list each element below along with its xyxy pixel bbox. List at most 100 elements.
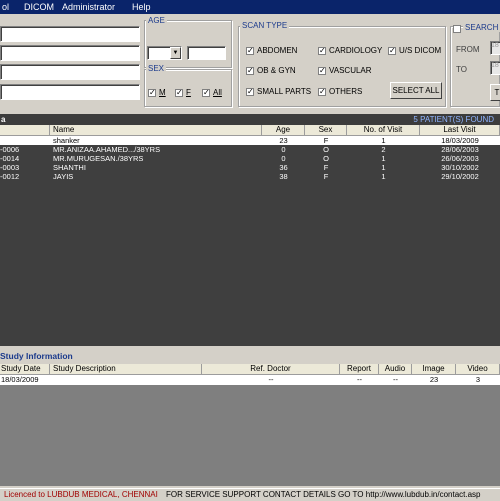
abdomen-label: ABDOMEN (257, 46, 298, 55)
cell-name: MR.ANIZAA.AHAMED.../38YRS (53, 145, 161, 154)
status-bar: Licenced to LUBDUB MEDICAL, CHENNAI FOR … (0, 488, 500, 501)
cell-age: 23 (279, 136, 288, 145)
search-button[interactable]: T (490, 84, 500, 101)
sex-all-checkbox[interactable]: ✓ (202, 89, 210, 97)
cell-id: -0006 (0, 145, 20, 154)
sex-label: SEX (146, 64, 167, 73)
sex-f-checkbox[interactable]: ✓ (175, 89, 183, 97)
us-dicom-checkbox[interactable]: ✓ (388, 47, 396, 55)
sex-f-label: F (186, 88, 191, 97)
from-date-field[interactable]: 18 (490, 41, 500, 55)
menu-tool[interactable]: ol (2, 2, 9, 12)
cell-sex: O (323, 154, 329, 163)
cell-age: 38 (279, 172, 288, 181)
cell-image: 23 (429, 375, 439, 384)
menu-help[interactable]: Help (132, 2, 151, 12)
header-id[interactable] (0, 125, 50, 136)
table-row[interactable]: -0012 JAYIS 38 F 1 29/10/2002 (0, 172, 500, 181)
header-video[interactable]: Video (456, 364, 500, 375)
table-row[interactable]: -0006 MR.ANIZAA.AHAMED.../38YRS 0 O 2 28/06/2… (0, 145, 500, 154)
header-name[interactable]: Name (50, 125, 262, 136)
cell-doctor: -- (268, 375, 274, 384)
header-audio[interactable]: Audio (379, 364, 412, 375)
cell-name: SHANTHI (53, 163, 86, 172)
to-date-value: 18 (491, 62, 499, 69)
cell-sex: O (323, 145, 329, 154)
cell-id: -0012 (0, 172, 20, 181)
cell-report: -- (357, 375, 362, 384)
search-label: SEARCH (463, 23, 500, 32)
cell-id: -0014 (0, 154, 20, 163)
cell-last: 18/03/2009 (441, 136, 479, 145)
cardiology-checkbox[interactable]: ✓ (318, 47, 326, 55)
patient-id-field[interactable] (0, 26, 140, 42)
small-parts-label: SMALL PARTS (257, 87, 312, 96)
to-label: TO (456, 65, 467, 74)
header-study-description[interactable]: Study Description (50, 364, 202, 375)
age-value-field[interactable] (187, 46, 226, 60)
licence-text: Licenced to LUBDUB MEDICAL, CHENNAI (4, 490, 158, 499)
sex-all-label: All (213, 88, 222, 97)
cell-age: 36 (279, 163, 288, 172)
cell-audio: -- (393, 375, 398, 384)
header-study-date[interactable]: Study Date (0, 364, 50, 375)
header-ref-doctor[interactable]: Ref. Doctor (202, 364, 340, 375)
patients-found-count: 5 PATIENT(S) FOUND (413, 115, 494, 124)
search-checkbox[interactable] (453, 25, 461, 33)
cell-visits: 1 (381, 172, 386, 181)
vascular-checkbox[interactable]: ✓ (318, 67, 326, 75)
cell-name: MR.MURUGESAN./38YRS (53, 154, 144, 163)
cell-id: -0003 (0, 163, 20, 172)
vascular-label: VASCULAR (329, 66, 372, 75)
cell-last: 28/06/2003 (441, 145, 479, 154)
from-label: FROM (456, 45, 480, 54)
support-text: FOR SERVICE SUPPORT CONTACT DETAILS GO T… (166, 490, 481, 499)
others-label: OTHERS (329, 87, 363, 96)
cell-age: 0 (281, 145, 286, 154)
age-group (144, 20, 232, 68)
small-parts-checkbox[interactable]: ✓ (246, 88, 254, 96)
sex-m-label: M (159, 88, 166, 97)
cell-sex: F (323, 136, 329, 145)
table-row[interactable]: -0014 MR.MURUGESAN./38YRS 0 O 1 26/06/2003 (0, 154, 500, 163)
header-sex[interactable]: Sex (305, 125, 347, 136)
study-row[interactable]: 18/03/2009 -- -- -- 23 3 (0, 375, 500, 385)
patient-field-4[interactable] (0, 84, 140, 100)
abdomen-checkbox[interactable]: ✓ (246, 47, 254, 55)
ob-gyn-label: OB & GYN (257, 66, 296, 75)
ob-gyn-checkbox[interactable]: ✓ (246, 67, 254, 75)
patient-field-3[interactable] (0, 64, 140, 80)
cell-name: shanker (53, 136, 80, 145)
menu-bar: ol DICOM Administrator Help (0, 0, 500, 14)
header-report[interactable]: Report (340, 364, 379, 375)
cell-video: 3 (475, 375, 481, 384)
cell-last: 26/06/2003 (441, 154, 479, 163)
cell-sex: F (323, 172, 329, 181)
table-row[interactable]: shanker 23 F 1 18/03/2009 (0, 136, 500, 145)
cell-visits: 1 (381, 163, 386, 172)
menu-administrator[interactable]: Administrator (62, 2, 115, 12)
sex-m-checkbox[interactable]: ✓ (148, 89, 156, 97)
age-label: AGE (146, 16, 167, 25)
chevron-down-icon[interactable]: ▼ (170, 47, 181, 59)
study-title: Study Information (0, 351, 73, 361)
menu-dicom[interactable]: DICOM (24, 2, 54, 12)
from-date-value: 18 (491, 42, 499, 49)
cell-name: JAYIS (53, 172, 74, 181)
header-age[interactable]: Age (262, 125, 305, 136)
header-image[interactable]: Image (412, 364, 456, 375)
age-operator-select[interactable]: ▼ (147, 46, 182, 60)
cell-date: 18/03/2009 (1, 375, 39, 384)
table-row[interactable]: -0003 SHANTHI 36 F 1 30/10/2002 (0, 163, 500, 172)
header-visits[interactable]: No. of Visit (347, 125, 420, 136)
patient-name-field[interactable] (0, 45, 140, 61)
scan-type-label: SCAN TYPE (240, 21, 290, 30)
cell-last: 29/10/2002 (441, 172, 479, 181)
search-panel: AGE ▼ SEX ✓ M ✓ F ✓ All SCAN TYPE ✓ ABDO… (0, 14, 500, 110)
header-last-visit[interactable]: Last Visit (420, 125, 500, 136)
to-date-field[interactable]: 18 (490, 61, 500, 75)
others-checkbox[interactable]: ✓ (318, 88, 326, 96)
cell-sex: F (323, 163, 329, 172)
cardiology-label: CARDIOLOGY (329, 46, 383, 55)
select-all-button[interactable]: SELECT ALL (390, 82, 442, 99)
